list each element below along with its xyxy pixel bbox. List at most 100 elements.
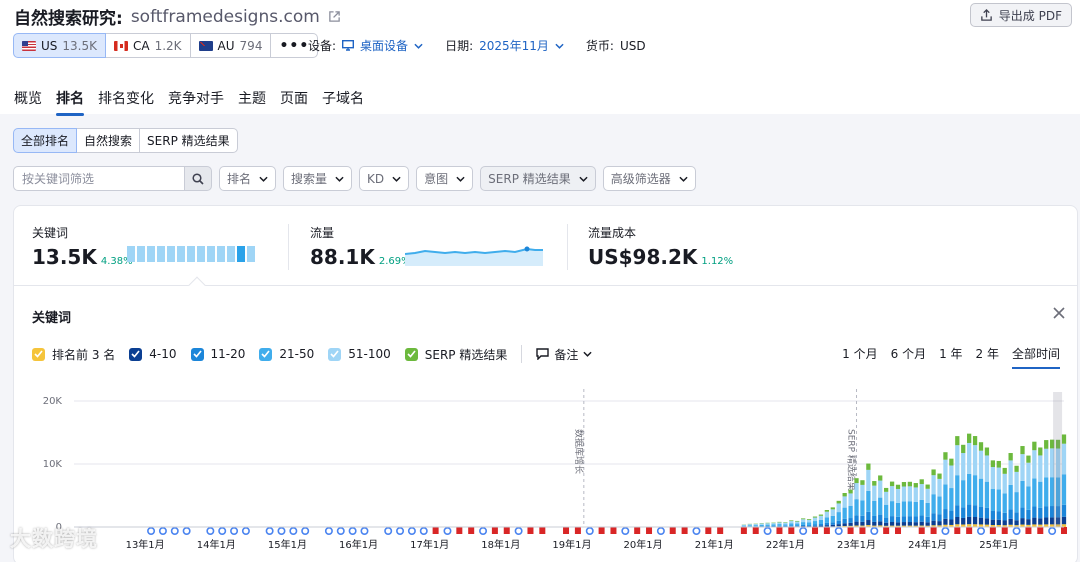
keywords-chart-svg[interactable]: 20K10K013年1月 14年1月 15年1月 16年1月 17年1月 18年1月 19年… (14, 384, 1078, 562)
chart-bar-segment (771, 524, 776, 526)
chart-bar-segment (889, 516, 895, 523)
x-tick-label: 23年1月 (837, 538, 876, 551)
segment-organic[interactable]: 自然搜索 (77, 128, 141, 153)
close-icon[interactable] (1053, 307, 1065, 319)
legend-label: 排名前 3 名 (52, 347, 116, 362)
chart-bar-segment (753, 525, 758, 527)
chart-bar-segment (1014, 492, 1019, 513)
event-marker (954, 527, 961, 534)
chart-bar-segment (961, 480, 966, 508)
range-1-year[interactable]: 1 年 (939, 345, 962, 367)
db-us[interactable]: US 13.5K (13, 33, 106, 58)
legend-4-10[interactable]: 4-10 (129, 347, 177, 361)
chevron-down-icon (555, 43, 564, 49)
chart-bar-segment (806, 519, 812, 520)
db-count: 1.2K (154, 38, 182, 53)
chart-bar-segment (830, 515, 835, 523)
ca-flag-icon (114, 40, 128, 51)
filter-kd[interactable]: KD (359, 166, 410, 191)
legend-11-20[interactable]: 11-20 (190, 347, 245, 361)
chart-bar-segment (1026, 519, 1031, 525)
domain-link[interactable]: softframedesigns.com (131, 7, 320, 27)
filter-position[interactable]: 排名 (219, 166, 277, 191)
currency-value: USD (619, 38, 646, 53)
legend-serp-features[interactable]: SERP 精选结果 (404, 346, 507, 363)
google-update-icon (692, 527, 701, 536)
keyword-filter-input[interactable] (13, 166, 184, 191)
tab-overview[interactable]: 概览 (14, 88, 42, 115)
chart-bar-segment (836, 503, 841, 513)
chart-bar-segment (765, 523, 770, 525)
legend-21-50[interactable]: 21-50 (259, 347, 314, 361)
chart-bar-segment (824, 510, 830, 512)
chart-bar-segment (866, 469, 871, 491)
tab-topics[interactable]: 主题 (238, 88, 266, 115)
segment-serp-features[interactable]: SERP 精选结果 (140, 128, 238, 153)
filter-intent[interactable]: 意图 (416, 166, 474, 191)
event-marker (563, 527, 570, 534)
filter-advanced[interactable]: 高级筛选器 (602, 166, 696, 191)
chart-bar-segment (848, 522, 853, 526)
chart-bar-segment (801, 519, 806, 523)
chart-bar-segment (860, 500, 865, 516)
chart-bar-segment (777, 524, 782, 526)
google-update-icon (301, 527, 310, 536)
filter-serp-features[interactable]: SERP 精选结果 (480, 166, 596, 191)
chart-bar-segment (984, 481, 990, 508)
notes-dropdown[interactable]: 备注 (536, 346, 592, 363)
chart-bar-segment (789, 521, 794, 524)
chart-bar-segment (996, 460, 1001, 468)
event-marker (610, 527, 617, 534)
search-button[interactable] (184, 166, 212, 191)
chart-bar-segment (759, 523, 764, 525)
metric-label: 流量成本 (588, 226, 637, 240)
legend-51-100[interactable]: 51-100 (328, 347, 391, 361)
tab-pages[interactable]: 页面 (280, 88, 308, 115)
metric-value: US$98.2K (588, 245, 698, 269)
chart-bar-segment (872, 515, 877, 522)
chart-bar-segment (878, 514, 883, 522)
external-link-icon[interactable] (328, 10, 341, 23)
chart-bar-segment (872, 521, 877, 526)
panel-title: 关键词 (32, 311, 72, 326)
tab-subdomains[interactable]: 子域名 (322, 88, 364, 115)
chart-bar-segment (860, 480, 865, 485)
tab-position-changes[interactable]: 排名变化 (98, 88, 154, 115)
keyword-search (13, 166, 212, 191)
chart-bar-segment (943, 484, 948, 510)
device-selector[interactable]: 设备: 桌面设备 (308, 37, 423, 54)
legend-top3[interactable]: 排名前 3 名 (32, 346, 115, 363)
metric-traffic[interactable]: 流量 88.1K 2.69% (310, 224, 411, 269)
db-ca[interactable]: CA 1.2K (106, 33, 191, 58)
event-marker (669, 527, 676, 534)
chart-bar-segment (1008, 484, 1013, 510)
chart-bar-segment (830, 522, 835, 525)
date-selector[interactable]: 日期: 2025年11月 (445, 37, 564, 54)
spark-bar (217, 246, 225, 262)
tab-positions[interactable]: 排名 (56, 88, 84, 116)
export-pdf-button[interactable]: 导出成 PDF (969, 3, 1072, 27)
chart-bar-segment (1020, 454, 1025, 481)
tab-competitors[interactable]: 竞争对手 (168, 88, 224, 115)
db-au[interactable]: AU 794 (190, 33, 272, 58)
range-1-month[interactable]: 1 个月 (842, 345, 877, 367)
chart-bar-segment (972, 516, 978, 525)
chevron-down-icon (414, 43, 423, 49)
chart-bar-segment (1008, 453, 1013, 461)
chart-bar-segment (854, 499, 859, 516)
metric-keywords[interactable]: 关键词 13.5K 4.38% (32, 224, 133, 269)
filter-volume[interactable]: 搜索量 (283, 166, 353, 191)
range-6-months[interactable]: 6 个月 (891, 345, 926, 367)
chevron-down-icon (335, 176, 344, 182)
google-update-icon (407, 527, 416, 536)
segment-all-positions[interactable]: 全部排名 (13, 128, 78, 153)
db-count: 13.5K (62, 38, 97, 53)
filter-label: SERP 精选结果 (488, 172, 571, 186)
metric-traffic-cost[interactable]: 流量成本 US$98.2K 1.12% (588, 224, 733, 269)
chart-bar-segment (1002, 520, 1007, 526)
range-2-years[interactable]: 2 年 (976, 345, 999, 367)
chart-bar-segment (937, 473, 942, 479)
chart-bar-segment (949, 510, 954, 520)
range-all-time[interactable]: 全部时间 (1011, 345, 1061, 369)
chart-bar-segment (949, 519, 954, 525)
